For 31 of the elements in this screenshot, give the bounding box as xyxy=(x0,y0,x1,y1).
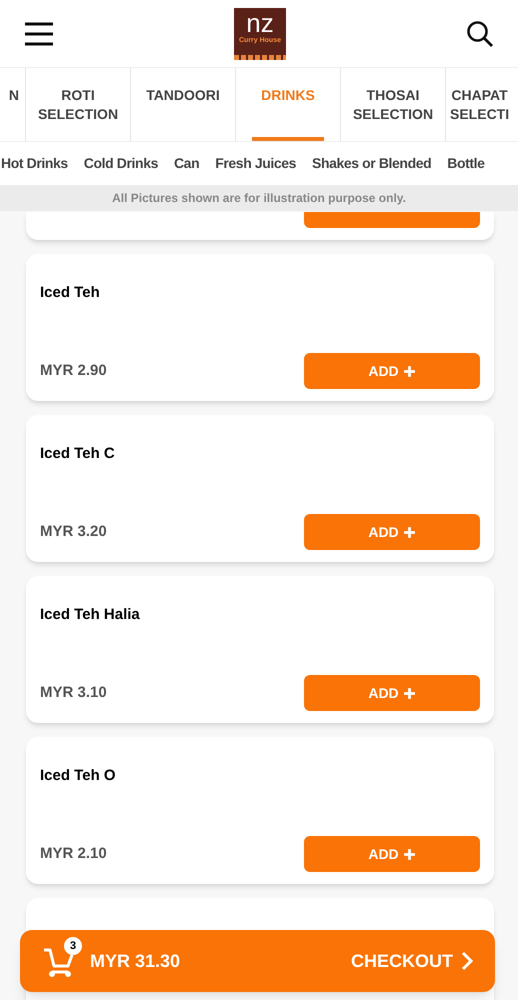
category-tab[interactable]: TANDOORI xyxy=(131,68,236,141)
product-price: MYR 2.90 xyxy=(40,360,107,381)
subcategory-tab[interactable]: Can xyxy=(174,153,200,174)
subcategory-tab[interactable]: Cold Drinks xyxy=(84,153,158,174)
product-price: MYR 3.20 xyxy=(40,522,107,542)
plus-icon xyxy=(402,686,416,700)
subcategory-tab[interactable]: Fresh Juices xyxy=(215,153,296,174)
checkout-label: CHECKOUT xyxy=(351,950,453,972)
plus-icon xyxy=(402,364,416,378)
product-price: MYR 2.10 xyxy=(40,844,107,864)
notice-text: All Pictures shown are for illustration purpose only. xyxy=(112,190,406,207)
category-tab[interactable]: THOSAI SELECTION xyxy=(341,68,446,141)
subcategory-tab[interactable]: Bottle xyxy=(447,153,485,174)
menu-icon[interactable] xyxy=(24,22,54,46)
plus-icon xyxy=(402,526,416,538)
product-name: Iced Teh O xyxy=(40,766,117,786)
product-price: MYR 3.10 xyxy=(40,682,107,703)
chevron-right-icon xyxy=(461,951,473,971)
cart-total: MYR 31.30 xyxy=(90,950,180,972)
category-tab[interactable]: ROTI SELECTION xyxy=(26,68,131,141)
cart-count-badge: 3 xyxy=(64,937,82,955)
subcategory-tab[interactable]: Hot Drinks xyxy=(1,153,68,174)
checkout-bar[interactable]: 3 MYR 31.30 CHECKOUT xyxy=(20,930,495,992)
product-name: Iced Teh xyxy=(40,283,101,303)
product-name: Iced Teh Halia xyxy=(40,605,141,625)
product-name: Iced Teh C xyxy=(40,444,116,464)
category-tab[interactable]: N xyxy=(0,68,26,141)
search-icon[interactable] xyxy=(466,20,494,48)
category-tab[interactable]: CHAPAT SELECTI xyxy=(446,68,516,141)
subcategory-tab[interactable]: Shakes or Blended xyxy=(312,153,432,174)
plus-icon xyxy=(402,848,416,860)
